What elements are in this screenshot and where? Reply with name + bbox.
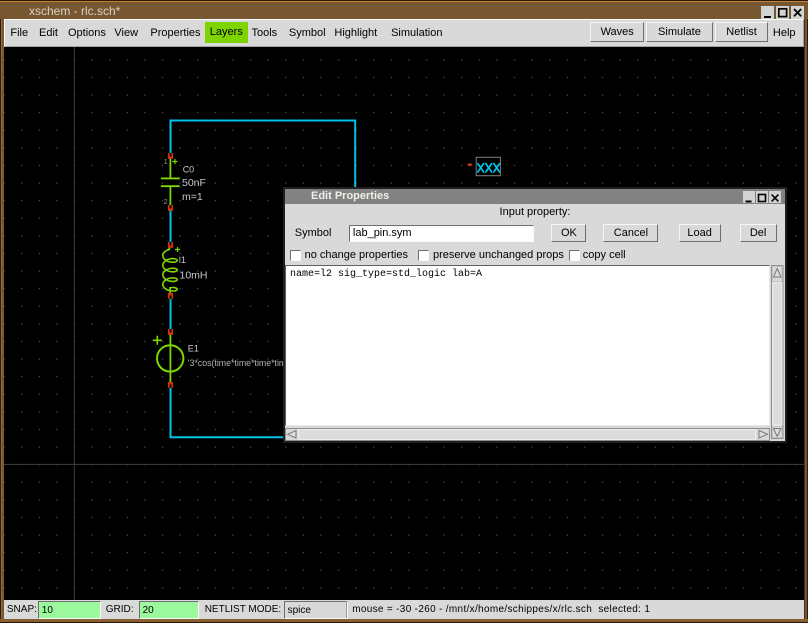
svg-text:50nF: 50nF: [182, 177, 206, 189]
svg-text:2: 2: [164, 199, 168, 206]
svg-text:1: 1: [164, 159, 168, 166]
svg-text:E1: E1: [188, 344, 199, 354]
svg-text:l1: l1: [179, 255, 186, 265]
svg-text:'3*cos(time*time*time*tim: '3*cos(time*time*time*tim: [188, 358, 286, 368]
svg-text:10mH: 10mH: [180, 270, 208, 282]
svg-text:C0: C0: [183, 165, 195, 175]
svg-text:m=1: m=1: [182, 191, 203, 203]
